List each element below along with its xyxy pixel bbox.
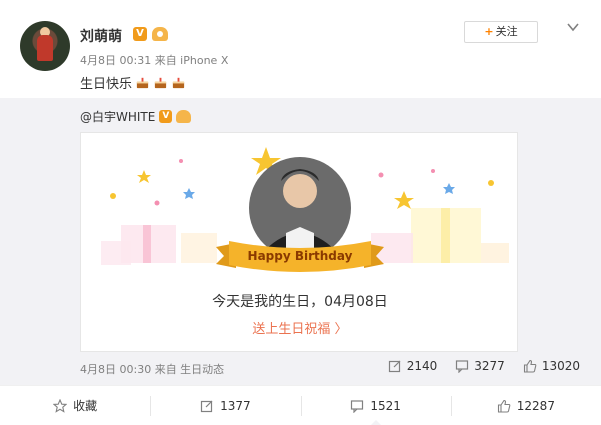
comment-icon xyxy=(456,360,469,373)
post-text-content: 生日快乐 xyxy=(80,77,133,92)
birthday-message: 今天是我的生日，04月08日 xyxy=(212,294,388,310)
level-badge-icon xyxy=(176,110,192,123)
favorite-label: 收藏 xyxy=(73,399,98,413)
author-name[interactable]: 刘萌萌 xyxy=(80,26,122,46)
star-icon xyxy=(394,191,414,209)
author-avatar[interactable] xyxy=(20,21,70,71)
share-icon xyxy=(388,360,401,373)
cake-icon xyxy=(154,77,167,89)
send-birthday-wishes-link[interactable]: 送上生日祝福 〉 xyxy=(81,318,517,337)
repost-like-button[interactable]: 13020 xyxy=(523,359,580,373)
like-icon xyxy=(523,359,537,373)
favorite-button[interactable]: 收藏 xyxy=(0,386,150,425)
avatar-figure xyxy=(37,35,53,61)
star-icon xyxy=(137,170,151,183)
post-meta[interactable]: 4月8日 00:31 来自 iPhone X xyxy=(80,52,228,68)
post-text: 生日快乐 xyxy=(80,73,186,92)
star-icon xyxy=(53,398,68,413)
birthday-banner-text: Happy Birthday xyxy=(247,249,353,263)
repost-author-name[interactable]: @白宇WHITE xyxy=(80,108,155,125)
weibo-post-card: 刘萌萌 V 4月8日 00:31 来自 iPhone X + 关注 生日快乐 @白… xyxy=(0,0,601,425)
follow-plus: + xyxy=(484,25,494,38)
share-count: 1377 xyxy=(220,398,251,413)
repost-comment-button[interactable]: 3277 xyxy=(455,359,505,373)
cake-icon xyxy=(136,77,149,89)
like-count: 12287 xyxy=(516,398,555,413)
comment-button[interactable]: 1521 xyxy=(300,386,451,425)
post-footer-actions: 收藏 1377 1521 12287 xyxy=(0,385,601,425)
like-icon xyxy=(497,399,511,413)
repost-share-count: 2140 xyxy=(406,359,438,373)
birthday-card[interactable]: Happy Birthday 今天是我的生日，04月08日 送上生日祝福 〉 xyxy=(80,132,518,352)
repost-meta[interactable]: 4月8日 00:30 来自 生日动态 xyxy=(80,361,224,377)
repost-like-count: 13020 xyxy=(541,359,580,373)
comment-count: 1521 xyxy=(370,398,401,413)
verified-badge-icon: V xyxy=(133,27,147,41)
repost-actions: 2140 3277 13020 xyxy=(388,359,580,373)
comment-icon xyxy=(351,399,364,413)
verified-badge-icon: V xyxy=(159,110,173,123)
share-button[interactable]: 1377 xyxy=(150,386,300,425)
repost-comment-count: 3277 xyxy=(474,359,505,373)
repost-author[interactable]: @白宇WHITE V xyxy=(80,108,192,125)
level-badge-icon xyxy=(152,27,168,41)
repost-share-button[interactable]: 2140 xyxy=(388,359,438,373)
more-chevron-icon[interactable] xyxy=(566,20,580,34)
like-button[interactable]: 12287 xyxy=(450,386,601,425)
follow-button[interactable]: + 关注 xyxy=(464,21,538,43)
star-icon xyxy=(183,188,195,199)
share-icon xyxy=(200,400,213,412)
cake-icon xyxy=(172,77,185,89)
follow-label: 关注 xyxy=(495,25,518,38)
star-icon xyxy=(443,183,455,194)
